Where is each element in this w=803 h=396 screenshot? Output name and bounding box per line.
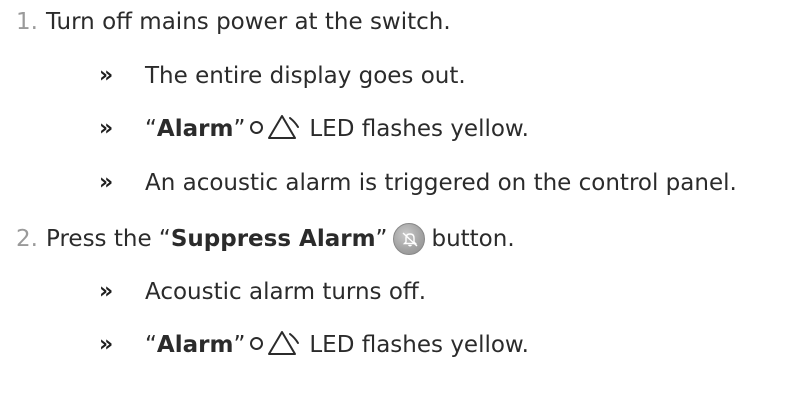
quote-open: “ [145,332,157,358]
step-number: 2. [16,226,38,252]
result-text: LED flashes yellow. [309,332,529,358]
step-2: 2. Press the “Suppress Alarm” button. [16,223,515,255]
result-bullet-icon: » [99,116,114,141]
alarm-label: Alarm [156,332,234,358]
step-number: 1. [16,9,38,35]
result-text: An acoustic alarm is triggered on the co… [145,170,737,196]
result-bullet-icon: » [99,279,114,304]
result-text: Acoustic alarm turns off. [145,279,427,305]
led-circle-icon [250,336,264,350]
result-item: » “Alarm” LED flashes yellow. [99,330,529,360]
step-1: 1. Turn off mains power at the switch. [16,7,451,37]
alarm-triangle-icon [267,330,303,356]
step-text-suffix: button. [431,226,515,252]
alarm-label: Alarm [156,116,234,142]
quote-close: ” [233,332,246,358]
alarm-triangle-icon [267,114,303,140]
result-bullet-icon: » [99,63,114,88]
quote-close: ” [375,226,388,252]
result-bullet-icon: » [99,170,114,195]
result-item: » The entire display goes out. [99,61,466,91]
result-text: The entire display goes out. [145,63,466,89]
quote-open: “ [145,116,157,142]
suppress-alarm-button-icon [393,223,426,255]
suppress-alarm-label: Suppress Alarm [170,226,376,252]
led-circle-icon [250,120,264,134]
step-text: Turn off mains power at the switch. [46,9,451,35]
result-text: LED flashes yellow. [309,116,529,142]
result-item: » Acoustic alarm turns off. [99,277,426,307]
result-bullet-icon: » [99,332,114,357]
result-item: » “Alarm” LED flashes yellow. [99,114,529,144]
quote-close: ” [233,116,246,142]
step-text-prefix: Press the “ [46,226,171,252]
result-item: » An acoustic alarm is triggered on the … [99,168,737,198]
